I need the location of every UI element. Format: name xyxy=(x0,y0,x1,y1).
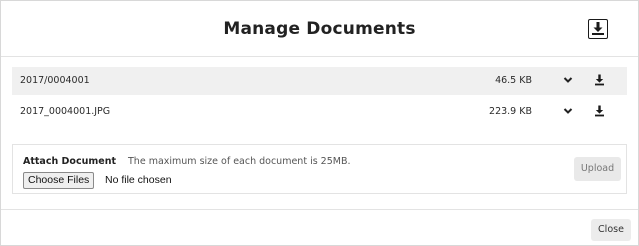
upload-button[interactable]: Upload xyxy=(574,157,621,181)
chevron-down-icon[interactable] xyxy=(563,107,573,118)
footer-divider xyxy=(1,209,638,210)
document-name: 2017/0004001 xyxy=(20,75,90,86)
download-icon[interactable] xyxy=(594,74,605,89)
document-size: 46.5 KB xyxy=(495,75,532,86)
download-icon[interactable] xyxy=(594,105,605,120)
choose-files-button[interactable]: Choose Files xyxy=(23,172,95,189)
dialog-title: Manage Documents xyxy=(223,19,416,39)
document-row: 2017/0004001 46.5 KB xyxy=(12,67,627,95)
chevron-down-icon[interactable] xyxy=(563,76,573,87)
manage-documents-dialog: Manage Documents 2017/0004001 46.5 KB 20… xyxy=(0,0,639,246)
attach-document-label: Attach Document xyxy=(23,156,117,167)
file-status: No file chosen xyxy=(105,174,172,186)
document-row: 2017_0004001.JPG 223.9 KB xyxy=(12,98,627,126)
document-name: 2017_0004001.JPG xyxy=(20,106,111,117)
close-button[interactable]: Close xyxy=(591,219,631,241)
max-size-hint: The maximum size of each document is 25M… xyxy=(128,156,351,167)
dialog-header: Manage Documents xyxy=(1,1,638,57)
document-size: 223.9 KB xyxy=(489,106,532,117)
attach-document-panel: Attach Document The maximum size of each… xyxy=(12,144,627,194)
download-all-icon[interactable] xyxy=(588,19,608,39)
